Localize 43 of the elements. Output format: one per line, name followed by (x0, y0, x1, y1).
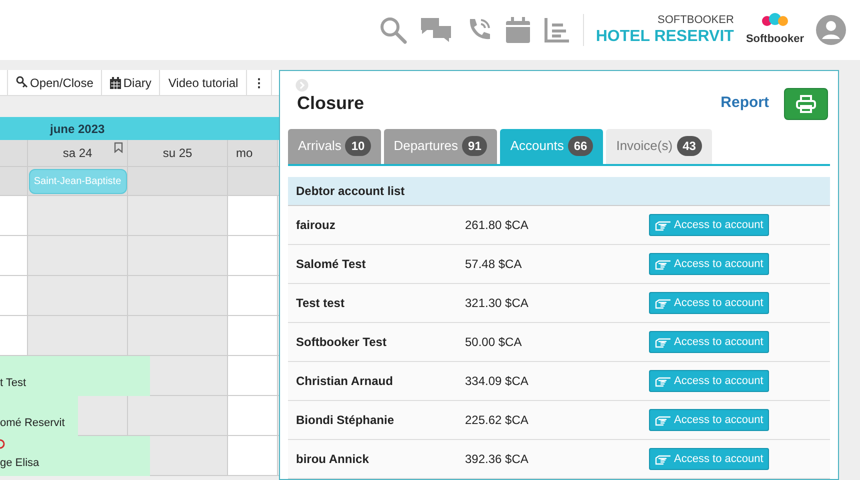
account-amount: 334.09 $CA (465, 373, 530, 390)
panel-title: Closure (297, 92, 364, 116)
hotel-name: HOTEL RESERVIT (596, 29, 734, 45)
month-label: june 2023 (50, 120, 105, 138)
toolbar-button[interactable]: Diary (102, 70, 160, 95)
account-amount: 392.36 $CA (465, 451, 530, 468)
booking-bar[interactable]: omé Reservit (0, 396, 78, 436)
count-badge: 43 (676, 136, 702, 156)
tab[interactable]: Accounts 66 (500, 128, 604, 164)
account-amount: 57.48 $CA (465, 256, 523, 273)
booking-bar[interactable]: ge Elisa (0, 436, 150, 476)
toolbar-button[interactable]: Open/Close (8, 70, 102, 95)
list-title: Debtor account list (296, 182, 405, 200)
count-badge: 91 (462, 136, 488, 156)
logo-text: Softbooker (746, 32, 804, 47)
account-name: fairouz (295, 217, 336, 234)
account-amount: 225.62 $CA (465, 412, 530, 429)
account-name: Softbooker Test (295, 334, 388, 351)
day-label: sa 24 (62, 145, 92, 162)
account-amount: 50.00 $CA (465, 334, 523, 351)
day-label: mo (236, 145, 253, 162)
company-name: SOFTBOOKER (658, 15, 734, 26)
count-badge: 10 (345, 136, 371, 156)
account-name: Christian Arnaud (295, 373, 394, 390)
toolbar-button[interactable]: Video tutorial (160, 70, 248, 95)
account-name: birou Annick (295, 451, 370, 468)
booking-label: omé Reservit (0, 416, 66, 430)
account-name: Test test (295, 295, 346, 312)
booking-label: ge Elisa (0, 456, 40, 470)
booking-label: t Test (0, 376, 28, 390)
tab[interactable]: Departures 91 (384, 128, 498, 164)
account-name: Salomé Test (295, 256, 367, 273)
day-label: su 25 (162, 145, 192, 162)
booking-bar[interactable]: t Test (0, 356, 150, 396)
account-amount: 321.30 $CA (465, 295, 530, 312)
account-name: Biondi Stéphanie (295, 412, 396, 429)
more-button[interactable]: ⋮ (247, 70, 272, 95)
count-badge: 66 (568, 136, 594, 156)
tab[interactable]: Invoice(s) 43 (606, 128, 712, 164)
holiday-chip: Saint-Jean-Baptiste (28, 168, 126, 194)
tab[interactable]: Arrivals 10 (288, 128, 381, 164)
report-link[interactable]: Report (720, 92, 769, 115)
account-amount: 261.80 $CA (465, 217, 530, 234)
